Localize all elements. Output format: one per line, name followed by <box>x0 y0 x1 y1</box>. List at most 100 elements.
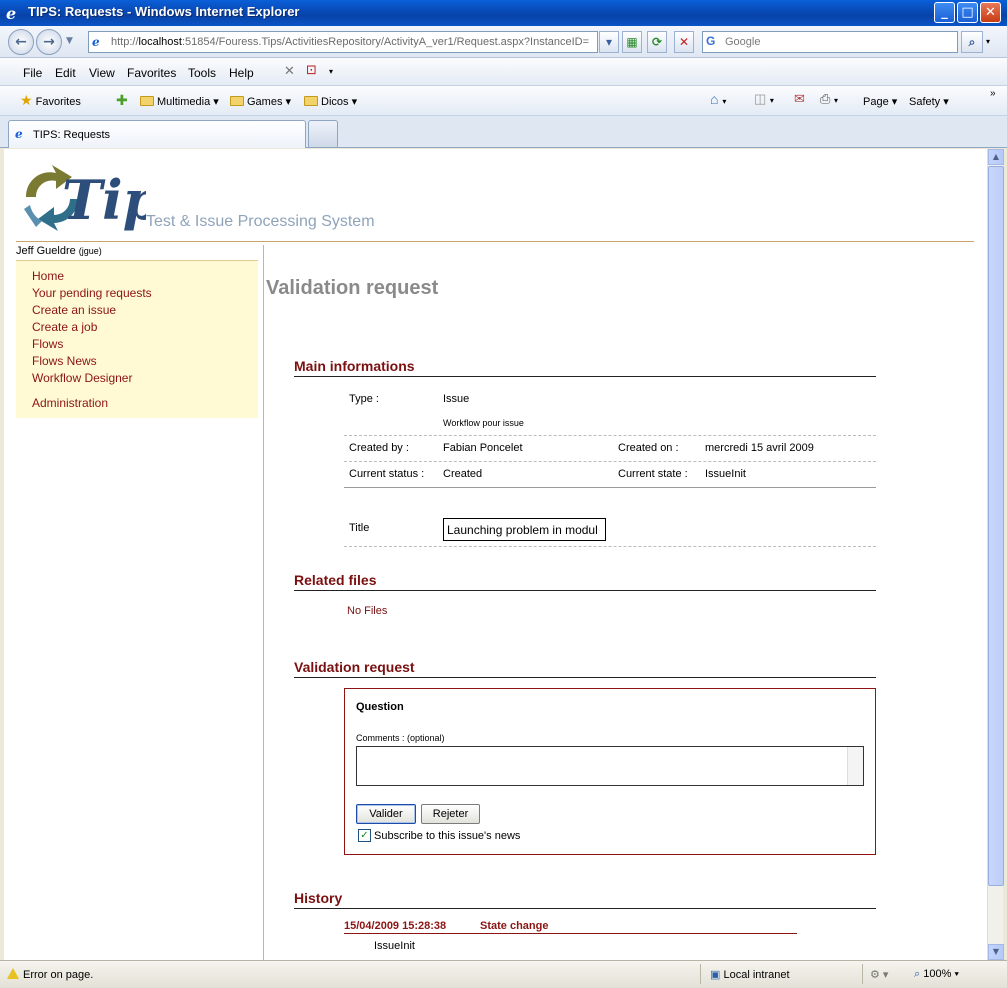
row-divider <box>344 435 876 436</box>
folder-games[interactable]: Games ▾ <box>230 95 291 108</box>
page-scrollbar[interactable]: ▲ ▼ <box>987 149 1004 960</box>
question-heading: Question <box>356 701 404 713</box>
intranet-icon: ▣ <box>710 969 721 981</box>
folder-icon <box>140 96 154 106</box>
tab-tips-requests[interactable]: e TIPS: Requests <box>8 120 306 148</box>
zoom-level[interactable]: ⌕ 100% ▾ <box>914 968 959 981</box>
nav-home[interactable]: Home <box>32 269 64 283</box>
nav-pending-requests[interactable]: Your pending requests <box>32 286 152 300</box>
folder-multimedia[interactable]: Multimedia ▾ <box>140 95 219 108</box>
back-button[interactable]: ← <box>8 29 34 55</box>
section-main-informations: Main informations <box>294 358 876 377</box>
valider-button[interactable]: Valider <box>356 804 416 824</box>
history-date: 15/04/2009 15:28:38 <box>344 920 447 932</box>
section-divider <box>344 487 876 488</box>
protected-mode-icon[interactable]: ⚙ ▾ <box>870 968 888 981</box>
subscribe-checkbox[interactable]: ✓ <box>358 829 371 842</box>
search-options-icon[interactable]: ▾ <box>986 37 990 46</box>
refresh-icon[interactable]: ⟳ <box>647 31 667 53</box>
warning-icon <box>7 968 19 979</box>
logo-arrow-shape <box>24 205 42 227</box>
new-tab-button[interactable] <box>308 120 338 147</box>
comments-textarea[interactable] <box>356 746 864 786</box>
url-host: localhost <box>138 36 182 48</box>
menu-file[interactable]: File <box>23 66 42 80</box>
url-dropdown-icon[interactable]: ▾ <box>599 31 619 53</box>
menu-favorites[interactable]: Favorites <box>127 66 176 80</box>
home-icon[interactable]: ⌂ ▾ <box>710 91 726 107</box>
rejeter-button[interactable]: Rejeter <box>421 804 480 824</box>
pdf-dropdown-icon[interactable]: ▾ <box>329 67 333 76</box>
title-input[interactable]: Launching problem in modul <box>443 518 606 541</box>
current-state-value: IssueInit <box>705 468 746 480</box>
compatibility-icon[interactable]: ▦ <box>622 31 642 53</box>
nav-flows-news[interactable]: Flows News <box>32 354 97 368</box>
favorites-button[interactable]: ★ Favorites <box>20 92 81 109</box>
scroll-down-icon[interactable]: ▼ <box>988 944 1004 960</box>
column-divider <box>263 245 264 960</box>
menu-bar: File Edit View Favorites Tools Help ✕ ⊡ … <box>0 58 1007 86</box>
print-icon[interactable]: ⎙ ▾ <box>820 91 838 107</box>
current-status-label: Current status : <box>349 468 425 480</box>
menu-edit[interactable]: Edit <box>55 66 76 80</box>
tips-logo: Tips <box>24 165 146 232</box>
nav-create-job[interactable]: Create a job <box>32 320 97 334</box>
current-user: Jeff Gueldre (jgue) <box>16 245 102 257</box>
safety-menu[interactable]: Safety ▾ <box>909 95 949 108</box>
row-divider <box>344 461 876 462</box>
nav-administration[interactable]: Administration <box>32 396 108 410</box>
url-input[interactable]: e http://localhost:51854/Fouress.Tips/Ac… <box>88 31 598 53</box>
side-navigation: Home Your pending requests Create an iss… <box>16 260 258 418</box>
forward-button[interactable]: → <box>36 29 62 55</box>
google-icon: G <box>706 34 716 48</box>
section-history: History <box>294 890 876 909</box>
tab-label: TIPS: Requests <box>33 129 111 141</box>
stop-icon[interactable]: ✕ <box>674 31 694 53</box>
textarea-scrollbar[interactable] <box>847 747 863 785</box>
pdf-icon[interactable]: ⊡ <box>306 63 317 78</box>
current-state-label: Current state : <box>618 468 688 480</box>
page-error-status[interactable]: Error on page. <box>7 968 93 981</box>
history-kind: State change <box>480 920 549 932</box>
status-divider <box>862 964 863 984</box>
scroll-thumb[interactable] <box>988 166 1004 886</box>
close-window-button[interactable]: ✕ <box>980 2 1001 23</box>
minimize-button[interactable]: _ <box>934 2 955 23</box>
search-input[interactable]: G Google <box>702 31 958 53</box>
title-label: Title <box>349 522 370 534</box>
comments-label: Comments : (optional) <box>356 733 445 743</box>
folder-icon <box>304 96 318 106</box>
nav-flows[interactable]: Flows <box>32 337 63 351</box>
nav-create-issue[interactable]: Create an issue <box>32 303 116 317</box>
type-value: Issue <box>443 393 470 405</box>
url-prefix: http:// <box>111 36 139 48</box>
type-label: Type : <box>349 393 379 405</box>
history-value: IssueInit <box>374 940 415 952</box>
created-by-value: Fabian Poncelet <box>443 442 523 454</box>
nav-workflow-designer[interactable]: Workflow Designer <box>32 371 132 385</box>
tab-bar: e TIPS: Requests <box>0 116 1007 148</box>
section-related-files: Related files <box>294 572 876 591</box>
page-title: Validation request <box>266 277 439 299</box>
page-menu[interactable]: Page ▾ <box>863 95 897 108</box>
maximize-button[interactable]: □ <box>957 2 978 23</box>
menu-view[interactable]: View <box>89 66 115 80</box>
row-divider <box>344 546 876 547</box>
more-chevron-icon[interactable]: » <box>990 88 996 99</box>
menu-help[interactable]: Help <box>229 66 254 80</box>
feeds-icon[interactable]: ◫ ▾ <box>754 91 774 107</box>
close-toolbar-icon[interactable]: ✕ <box>284 64 295 79</box>
favorites-star-icon: ★ <box>20 92 33 108</box>
mail-icon[interactable]: ✉ <box>794 91 805 107</box>
validation-panel: Question Comments : (optional) Valider R… <box>344 688 876 855</box>
folder-dicos[interactable]: Dicos ▾ <box>304 95 357 108</box>
subscribe-label: Subscribe to this issue's news <box>374 830 521 842</box>
scroll-up-icon[interactable]: ▲ <box>988 149 1004 165</box>
history-dropdown-icon[interactable]: ▼ <box>66 36 73 46</box>
add-favorite-icon[interactable]: ✚ <box>116 92 128 109</box>
no-files-text: No Files <box>347 605 388 617</box>
menu-tools[interactable]: Tools <box>188 66 216 80</box>
search-icon[interactable]: ⌕ <box>961 31 983 53</box>
logo-subtitle: Test & Issue Processing System <box>146 213 375 230</box>
section-validation-request: Validation request <box>294 659 876 678</box>
